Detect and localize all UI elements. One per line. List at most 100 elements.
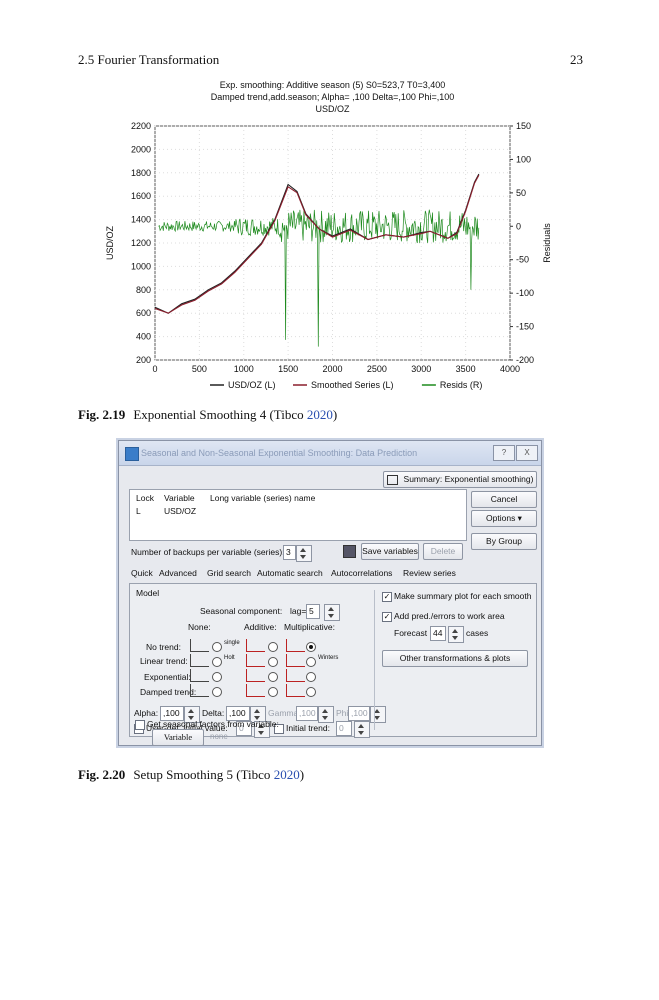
y-left-tick-label: 2000: [131, 144, 151, 154]
forecast-label: Forecast: [394, 628, 428, 638]
delete-button[interactable]: Delete: [423, 543, 463, 560]
gamma-spinner[interactable]: [318, 706, 334, 723]
single-label: single: [224, 640, 240, 646]
tab-automatic-search[interactable]: Automatic search: [257, 566, 323, 580]
advanced-panel: Model Seasonal component: lag= 5 None: A…: [129, 583, 537, 738]
x-tick-label: 500: [192, 364, 207, 374]
gamma-input[interactable]: ,100: [296, 706, 318, 721]
summary-button[interactable]: Summary: Exponential smoothing): [383, 471, 537, 488]
help-icon[interactable]: ?: [493, 445, 515, 461]
cases-label: cases: [466, 628, 489, 638]
x-tick-label: 1500: [278, 364, 298, 374]
initial-trend-input[interactable]: 0: [336, 721, 352, 736]
no-trend-none-icon: [190, 639, 209, 652]
close-icon[interactable]: X: [516, 445, 538, 461]
x-tick-label: 4000: [500, 364, 520, 374]
exponential-none-icon: [190, 669, 209, 682]
y-right-tick-label: -150: [516, 322, 534, 332]
radio-exponential-mult[interactable]: [306, 672, 316, 682]
other-transformations-button[interactable]: Other transformations & plots: [382, 650, 528, 667]
row-variable[interactable]: USD/OZ: [164, 506, 196, 516]
radio-exponential-none[interactable]: [212, 672, 222, 682]
y-right-tick-label: -200: [516, 355, 534, 365]
initial-trend-spinner[interactable]: [354, 721, 370, 738]
panel-divider: [374, 590, 375, 730]
tab-advanced[interactable]: Advanced: [159, 566, 197, 580]
y-left-tick-label: 400: [136, 332, 151, 342]
gamma-label: Gamma: [268, 708, 299, 718]
backups-spinner[interactable]: [296, 545, 312, 562]
dialog-title: Seasonal and Non-Seasonal Exponential Sm…: [141, 448, 418, 458]
tab-quick[interactable]: Quick: [131, 566, 153, 580]
row-label-exponential: Exponential:: [144, 672, 191, 682]
lag-input[interactable]: 5: [306, 604, 320, 619]
save-icon: [343, 545, 356, 558]
backups-label: Number of backups per variable (series):: [131, 547, 285, 557]
linear-none-icon: [190, 654, 209, 667]
app-icon: [125, 447, 139, 461]
get-seasonal-checkbox[interactable]: [135, 720, 145, 730]
x-tick-label: 2000: [322, 364, 342, 374]
citation-year-link[interactable]: 2020: [307, 407, 333, 422]
tab-review-series[interactable]: Review series: [403, 566, 456, 580]
winters-label: Winters: [318, 655, 339, 661]
col-multiplicative-label: Multiplicative:: [284, 622, 336, 632]
radio-linear-none[interactable]: [212, 657, 222, 667]
by-group-button[interactable]: By Group: [471, 533, 537, 550]
phi-spinner[interactable]: [370, 706, 386, 723]
tab-autocorrelations[interactable]: Autocorrelations: [331, 566, 392, 580]
radio-damped-mult[interactable]: [306, 687, 316, 697]
radio-exponential-additive[interactable]: [268, 672, 278, 682]
forecast-input[interactable]: 44: [430, 626, 446, 641]
y-right-tick-label: -50: [516, 255, 529, 265]
radio-linear-additive[interactable]: [268, 657, 278, 667]
x-tick-label: 3000: [411, 364, 431, 374]
save-variables-button[interactable]: Save variables: [361, 543, 419, 560]
y-left-tick-label: 1200: [131, 238, 151, 248]
cancel-button[interactable]: Cancel: [471, 491, 537, 508]
radio-no-trend-mult[interactable]: [306, 642, 316, 652]
lag-spinner[interactable]: [324, 604, 340, 621]
tab-strip: Quick Advanced Grid search Automatic sea…: [131, 566, 531, 582]
radio-no-trend-none[interactable]: [212, 642, 222, 652]
row-label-damped-trend: Damped trend:: [140, 687, 197, 697]
alpha-label: Alpha:: [134, 708, 159, 718]
radio-damped-none[interactable]: [212, 687, 222, 697]
y-right-tick-label: 150: [516, 121, 531, 131]
exp-smoothing-chart: Exp. smoothing: Additive season (5) S0=5…: [105, 80, 552, 390]
figure-caption-2-19: Fig. 2.19 Exponential Smoothing 4 (Tibco …: [78, 407, 337, 423]
page-number: 23: [570, 52, 583, 67]
column-variable: Variable: [164, 493, 195, 503]
no-trend-mult-icon: [286, 639, 305, 652]
linear-additive-icon: [246, 654, 265, 667]
smoothing-dialog: Seasonal and Non-Seasonal Exponential Sm…: [118, 440, 542, 746]
tab-grid-search[interactable]: Grid search: [207, 566, 251, 580]
y-right-tick-label: 50: [516, 188, 526, 198]
citation-year-link[interactable]: 2020: [274, 767, 300, 782]
col-none-label: None:: [188, 622, 211, 632]
caption-text: Setup Smoothing 5 (Tibco: [133, 767, 274, 782]
phi-label: Phi: [336, 708, 349, 718]
phi-input[interactable]: ,100: [348, 706, 370, 721]
radio-linear-mult[interactable]: [306, 657, 316, 667]
options-button[interactable]: Options ▾: [471, 510, 537, 527]
y-right-tick-label: 100: [516, 154, 531, 164]
initial-trend-label: Initial trend:: [286, 723, 330, 733]
figure-label: Fig. 2.20: [78, 767, 126, 782]
summary-icon: [386, 474, 398, 485]
backups-input[interactable]: 3: [283, 545, 296, 560]
radio-damped-additive[interactable]: [268, 687, 278, 697]
caption-close-paren: ): [332, 407, 338, 422]
variable-button[interactable]: Variable: [152, 729, 204, 746]
y-right-tick-label: 0: [516, 221, 521, 231]
forecast-spinner[interactable]: [448, 626, 464, 643]
add-pred-label: Add pred./errors to work area: [394, 611, 505, 621]
exponential-mult-icon: [286, 669, 305, 682]
seasonal-component-label: Seasonal component:: [200, 606, 283, 616]
add-pred-checkbox[interactable]: ✓: [382, 612, 392, 622]
radio-no-trend-additive[interactable]: [268, 642, 278, 652]
make-summary-checkbox[interactable]: ✓: [382, 592, 392, 602]
variable-list[interactable]: Lock Variable Long variable (series) nam…: [129, 489, 467, 541]
caption-text: Exponential Smoothing 4 (Tibco: [133, 407, 307, 422]
y-left-tick-label: 1600: [131, 191, 151, 201]
